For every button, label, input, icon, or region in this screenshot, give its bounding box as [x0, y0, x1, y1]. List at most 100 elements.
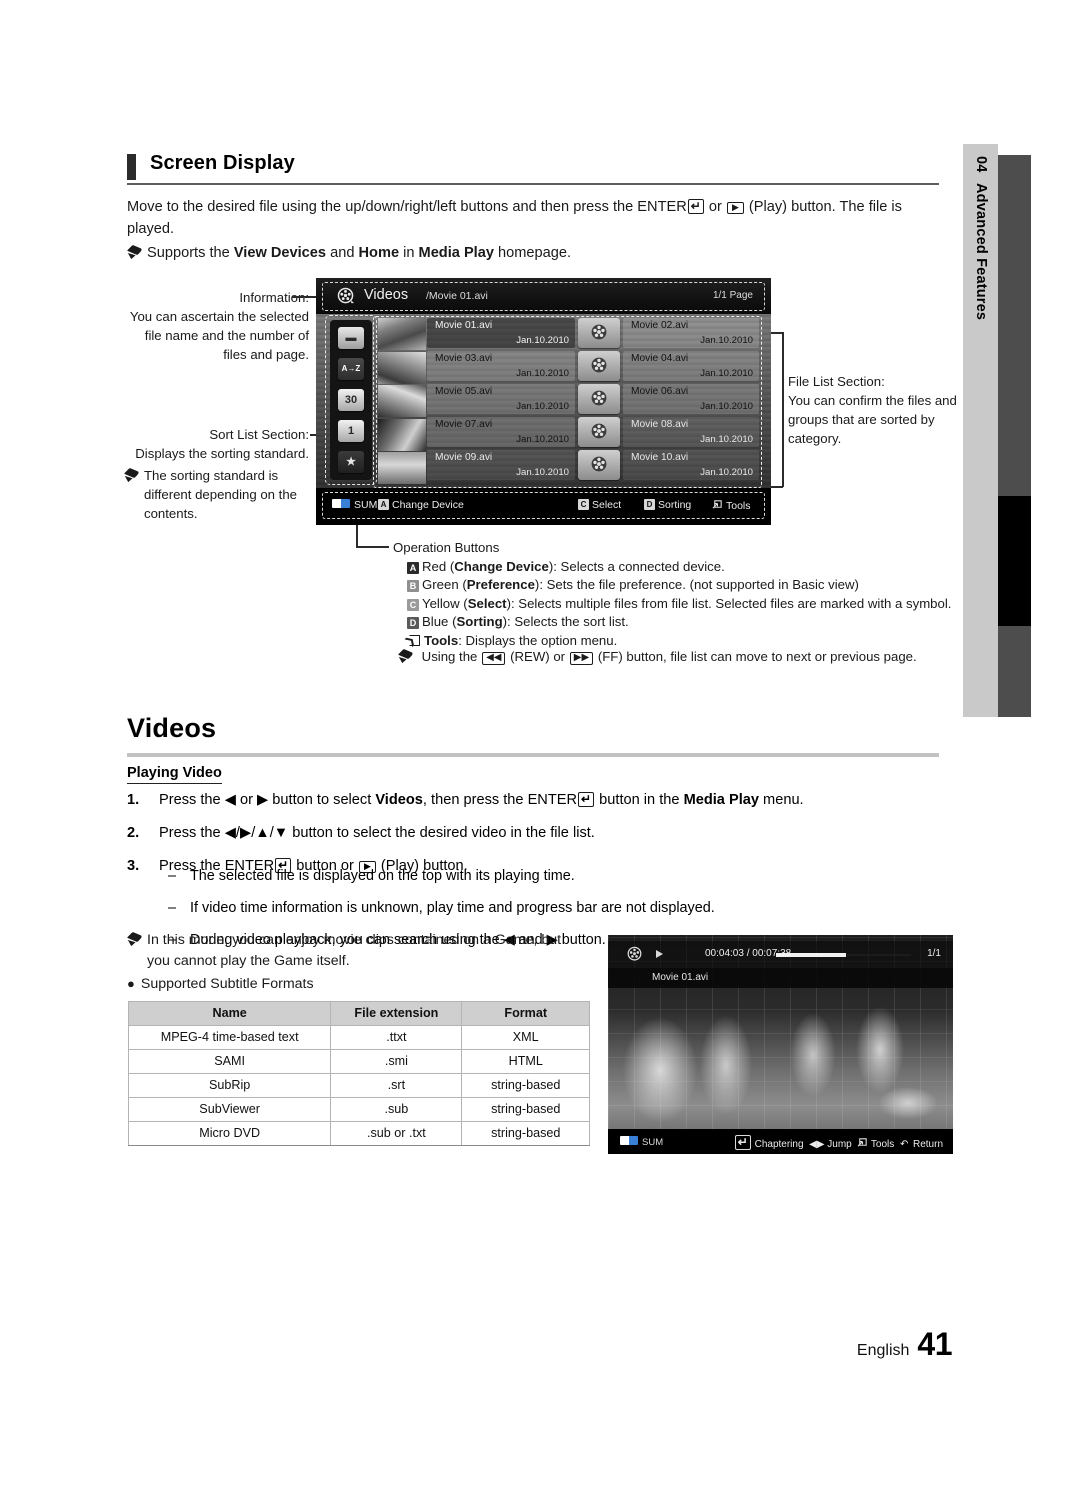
- media-play-page-indicator: 1/1 Page: [712, 290, 753, 301]
- page-footer: English 41: [857, 1326, 953, 1363]
- enter-key-icon-2: ↵: [578, 792, 595, 807]
- sort-list-callout: Sort List Section: Displays the sorting …: [124, 425, 309, 463]
- operation-row-yellow: C Yellow (Select): Selects multiple files…: [407, 595, 953, 614]
- rew-key-icon: ◀◀: [482, 652, 506, 665]
- blue-action-name: Sorting: [456, 614, 503, 629]
- note-pencil-icon-4: [127, 933, 144, 946]
- file-date: Jan.10.2010: [516, 368, 569, 379]
- file-name: Movie 09.avi: [435, 452, 493, 463]
- file-item[interactable]: Movie 09.avi Jan.10.2010: [427, 450, 575, 480]
- step-number: 1.: [127, 792, 140, 808]
- media-play-note: Supports the View Devices and Home in Me…: [127, 242, 939, 264]
- step-item: 1. Press the ◀ or ▶ button to select Vide…: [127, 789, 939, 811]
- cell-extension: .ttxt: [330, 1025, 463, 1050]
- progress-bar-fill: [776, 953, 846, 957]
- file-item[interactable]: Movie 05.avi Jan.10.2010: [427, 384, 575, 414]
- cell-format: string-based: [461, 1097, 590, 1122]
- green-desc: : Sets the file preference. (not support…: [539, 577, 859, 592]
- rew-ff-note: Using the ◀◀ (REW) or ▶▶ (FF) button, fi…: [398, 648, 958, 666]
- chapter-tab: 04 Advanced Features: [963, 144, 1031, 717]
- blue-key-badge-doc: D: [407, 617, 419, 629]
- videos-heading-rule: [127, 753, 939, 757]
- subtitle-formats-table: Name File extension Format MPEG-4 time-b…: [127, 1001, 590, 1146]
- chapter-tab-dark-band: [998, 155, 1031, 717]
- step-number: 2.: [127, 825, 140, 841]
- file-date: Jan.10.2010: [516, 434, 569, 445]
- step-videos-bold: Videos: [375, 792, 423, 808]
- filelist-callout-title: File List Section:: [788, 374, 885, 389]
- operation-bar-highlight-box: [322, 492, 765, 519]
- red-key-badge-doc: A: [407, 561, 419, 574]
- file-name: Movie 10.avi: [631, 452, 689, 463]
- file-item[interactable]: Movie 07.avi Jan.10.2010: [427, 417, 575, 447]
- supported-subtitle-bullet: ● Supported Subtitle Formats: [127, 973, 577, 995]
- table-row: SubViewer .sub string-based: [127, 1097, 590, 1122]
- return-button[interactable]: Return: [913, 1139, 943, 1150]
- file-item[interactable]: Movie 10.avi Jan.10.2010: [623, 450, 759, 480]
- information-callout-body: You can ascertain the selected file name…: [129, 309, 309, 362]
- cell-name: SubRip: [127, 1073, 332, 1098]
- rew-note-3: (FF) button, file list can move to next …: [597, 649, 917, 664]
- file-item[interactable]: Movie 03.avi Jan.10.2010: [427, 351, 575, 381]
- playback-sum-label: SUM: [642, 1137, 664, 1148]
- operation-row-red: A Red (Change Device): Selects a connecte…: [407, 558, 953, 577]
- file-item[interactable]: Movie 02.avi Jan.10.2010: [623, 318, 759, 348]
- media-play-path: /Movie 01.avi: [426, 290, 488, 302]
- file-date: Jan.10.2010: [700, 434, 753, 445]
- table-row: SAMI .smi HTML: [127, 1049, 590, 1074]
- cell-name: MPEG-4 time-based text: [127, 1025, 332, 1050]
- return-arrow-icon: ↷: [899, 1139, 909, 1150]
- videos-heading: Videos: [127, 713, 217, 743]
- table-row: Micro DVD .sub or .txt string-based: [127, 1121, 590, 1146]
- note-media-play: Media Play: [418, 245, 494, 261]
- note-text: The selected file is displayed on the to…: [190, 868, 575, 884]
- playback-sum-indicator: SUM: [620, 1136, 663, 1148]
- operation-buttons-block: Operation Buttons A Red (Change Device): …: [393, 539, 953, 650]
- operation-row-blue: D Blue (Sorting): Selects the sort list.: [407, 613, 953, 632]
- yellow-key-badge-doc: C: [407, 598, 419, 611]
- footer-page-number: 41: [917, 1326, 952, 1362]
- file-item[interactable]: Movie 06.avi Jan.10.2010: [623, 384, 759, 414]
- film-reel-icon: [591, 324, 607, 340]
- progress-bar[interactable]: [776, 953, 911, 957]
- blue-color-label: Blue: [422, 614, 449, 629]
- note-e: in: [399, 245, 419, 261]
- step-item: 2. Press the ◀/▶/▲/▼ button to select the…: [127, 822, 939, 844]
- jump-button[interactable]: Jump: [827, 1139, 851, 1150]
- file-item[interactable]: Movie 08.avi Jan.10.2010: [623, 417, 759, 447]
- sort-list-section[interactable]: ▬ A→Z 30 1 ★: [325, 315, 377, 485]
- yellow-color-label: Yellow: [422, 595, 460, 611]
- green-action-name: Preference: [466, 577, 535, 592]
- file-name: Movie 05.avi: [435, 386, 493, 397]
- red-action-name: Change Device: [454, 558, 549, 574]
- file-item[interactable]: Movie 04.avi Jan.10.2010: [623, 351, 759, 381]
- cell-name: SubViewer: [127, 1097, 332, 1122]
- chapter-tab-text: 04 Advanced Features: [963, 156, 998, 696]
- opbar-leader-horz: [356, 546, 389, 548]
- tools-desc-doc: : Displays the option menu.: [458, 632, 618, 648]
- cell-format: string-based: [461, 1073, 590, 1098]
- table-row: SubRip .srt string-based: [127, 1073, 590, 1098]
- step-text-f: menu.: [759, 792, 804, 808]
- file-name: Movie 02.avi: [631, 320, 689, 331]
- yellow-desc: : Selects multiple files from file list.…: [510, 595, 952, 611]
- sum-chip-icon-2: [620, 1136, 638, 1145]
- note-a: Supports the: [147, 245, 234, 261]
- tools-button-2[interactable]: Tools: [871, 1139, 894, 1150]
- file-date: Jan.10.2010: [516, 467, 569, 478]
- note-view-devices: View Devices: [233, 245, 327, 261]
- cell-extension: .srt: [330, 1073, 463, 1098]
- file-reel-icon: [578, 318, 620, 348]
- cell-name: SAMI: [127, 1049, 332, 1074]
- column-header-format: Format: [461, 1001, 590, 1026]
- file-list-section: Movie 01.avi Jan.10.2010 Movie 02.avi Ja…: [373, 316, 762, 488]
- step-text-a: Press the ◀/▶/▲/▼ button to select the d…: [159, 825, 595, 841]
- game-clip-note-text: In this mode, you can enjoy movie clips …: [147, 932, 562, 969]
- file-reel-icon: [578, 417, 620, 447]
- file-item[interactable]: Movie 01.avi Jan.10.2010: [427, 318, 575, 348]
- chaptering-button[interactable]: Chaptering: [755, 1139, 804, 1150]
- step-text-d: button in the: [595, 792, 684, 808]
- jump-arrows-icon: ◀▶: [809, 1139, 825, 1150]
- cell-extension: .smi: [330, 1049, 463, 1074]
- file-list-callout: File List Section: You can confirm the f…: [788, 372, 968, 448]
